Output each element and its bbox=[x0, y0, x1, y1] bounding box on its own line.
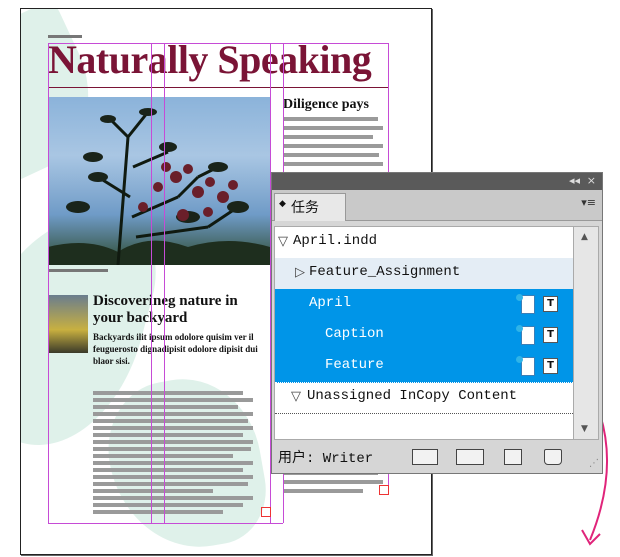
overset-marker[interactable] bbox=[379, 485, 389, 495]
text-line bbox=[93, 510, 223, 514]
list-item-feature-assignment[interactable]: ▷ Feature_Assignment bbox=[275, 258, 573, 290]
text-line bbox=[283, 117, 378, 121]
assignment-list: ▽ April.indd ▷ Feature_Assignment April … bbox=[274, 226, 574, 440]
overset-marker[interactable] bbox=[261, 507, 271, 517]
story-heading[interactable]: Discoverineg nature in your backyard bbox=[93, 293, 271, 327]
list-item-label: Unassigned InCopy Content bbox=[307, 388, 518, 404]
text-line bbox=[93, 398, 253, 402]
text-line bbox=[93, 475, 253, 479]
text-line bbox=[283, 135, 373, 139]
list-item-label: Feature bbox=[325, 357, 384, 373]
column-guide bbox=[164, 43, 165, 523]
assignments-panel: ◂◂ × ◆ 任务 ▾≡ ▽ April.indd ▷ Feature_Assi… bbox=[271, 172, 603, 474]
text-line bbox=[93, 447, 251, 451]
update-content-icon[interactable] bbox=[412, 449, 438, 465]
text-line bbox=[93, 426, 253, 430]
list-item-label: April.indd bbox=[293, 233, 378, 249]
story-icon[interactable] bbox=[516, 294, 535, 314]
panel-footer: 用户: Writer ⋰ bbox=[272, 441, 602, 472]
tab-label: 任务 bbox=[291, 200, 319, 216]
text-line bbox=[93, 461, 253, 465]
text-line bbox=[93, 440, 253, 444]
story-body[interactable]: Backyards ilit ipsum odolore quisim ver … bbox=[93, 331, 271, 367]
text-line bbox=[283, 126, 383, 130]
collapse-panel-icon[interactable]: ◂◂ bbox=[569, 174, 580, 187]
expand-triangle-icon[interactable]: ▽ bbox=[278, 234, 288, 249]
list-item-caption[interactable]: Caption T bbox=[275, 320, 573, 352]
list-scrollbar[interactable]: ▲ ▼ bbox=[573, 226, 599, 440]
user-label: 用户: Writer bbox=[278, 451, 374, 467]
text-line bbox=[93, 496, 253, 500]
list-item-label: April bbox=[309, 295, 352, 311]
caption-rule bbox=[48, 269, 108, 272]
list-item-april[interactable]: April T bbox=[275, 289, 573, 321]
list-item-unassigned[interactable]: ▽ Unassigned InCopy Content bbox=[275, 382, 573, 414]
text-line bbox=[93, 482, 248, 486]
text-line bbox=[283, 480, 383, 484]
text-line bbox=[93, 454, 233, 458]
text-line bbox=[93, 468, 243, 472]
story-icon[interactable] bbox=[516, 356, 535, 376]
column-guide bbox=[48, 43, 49, 523]
text-line bbox=[283, 144, 383, 148]
sidebar-heading[interactable]: Diligence pays bbox=[283, 97, 369, 113]
text-frame-icon[interactable]: T bbox=[543, 358, 558, 374]
text-line bbox=[93, 503, 243, 507]
text-line bbox=[283, 162, 383, 166]
panel-tab-row: ◆ 任务 ▾≡ bbox=[272, 190, 602, 221]
scroll-up-icon[interactable]: ▲ bbox=[581, 232, 588, 242]
text-line bbox=[283, 153, 379, 157]
resize-grip-icon[interactable]: ⋰ bbox=[589, 458, 599, 469]
text-line bbox=[93, 412, 253, 416]
expand-triangle-icon[interactable]: ▽ bbox=[291, 389, 301, 404]
title-underline bbox=[48, 87, 388, 88]
new-assignment-icon[interactable] bbox=[504, 449, 522, 465]
margin-guide bbox=[48, 43, 388, 44]
story-icon[interactable] bbox=[516, 325, 535, 345]
delete-icon[interactable] bbox=[544, 449, 562, 465]
edit-assignment-icon[interactable] bbox=[456, 449, 484, 465]
tab-toggle-icon[interactable]: ◆ bbox=[279, 199, 286, 209]
scroll-down-icon[interactable]: ▼ bbox=[581, 424, 588, 434]
berry-bush-image bbox=[48, 108, 270, 265]
text-line bbox=[93, 419, 248, 423]
author-photo bbox=[48, 295, 88, 353]
text-line bbox=[93, 433, 243, 437]
text-line bbox=[93, 391, 243, 395]
text-frame-icon[interactable]: T bbox=[543, 296, 558, 312]
collapsed-triangle-icon[interactable]: ▷ bbox=[295, 265, 305, 280]
margin-guide bbox=[48, 523, 283, 524]
text-line bbox=[93, 405, 238, 409]
text-line bbox=[283, 489, 363, 493]
list-item-label: Feature_Assignment bbox=[309, 264, 461, 280]
photo-frame[interactable] bbox=[48, 97, 270, 265]
list-item-document[interactable]: ▽ April.indd bbox=[275, 227, 573, 258]
tab-assignments[interactable]: ◆ 任务 bbox=[274, 193, 346, 221]
text-frame-icon[interactable]: T bbox=[543, 327, 558, 343]
list-item-feature[interactable]: Feature T bbox=[275, 351, 573, 383]
panel-menu-icon[interactable]: ▾≡ bbox=[581, 196, 596, 209]
panel-titlebar[interactable]: ◂◂ × bbox=[272, 173, 602, 190]
close-icon[interactable]: × bbox=[587, 174, 596, 187]
list-item-label: Caption bbox=[325, 326, 384, 342]
text-line bbox=[93, 489, 213, 493]
column-guide bbox=[151, 43, 152, 523]
